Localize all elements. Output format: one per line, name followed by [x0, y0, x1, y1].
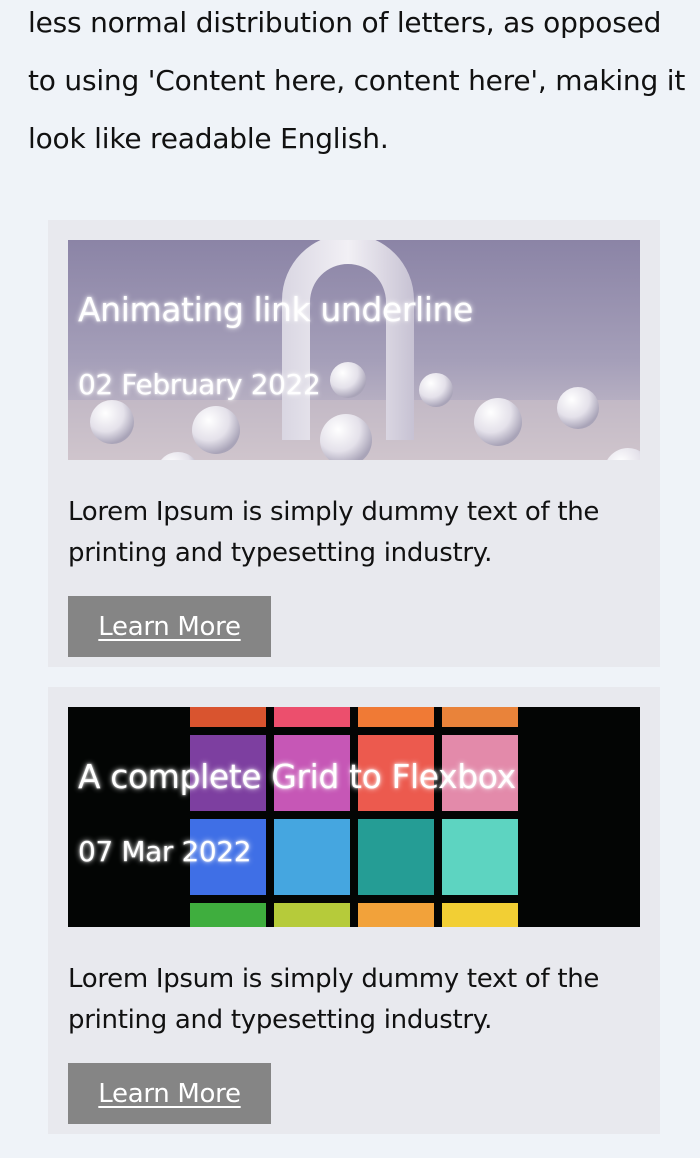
blog-card: A complete Grid to Flexbox 07 Mar 2022 L…	[48, 687, 660, 1134]
card-date: 02 February 2022	[78, 368, 321, 401]
arch-spheres-image	[68, 240, 640, 460]
card-thumbnail[interactable]: Animating link underline 02 February 202…	[68, 240, 640, 460]
intro-paragraph: less normal distribution of letters, as …	[28, 6, 686, 155]
card-description: Lorem Ipsum is simply dummy text of the …	[68, 964, 600, 1035]
learn-more-button[interactable]: Learn More	[68, 596, 271, 657]
blog-card: Animating link underline 02 February 202…	[48, 220, 660, 667]
eyeshadow-palette-image	[68, 707, 640, 927]
card-title: Animating link underline	[78, 290, 473, 329]
card-description: Lorem Ipsum is simply dummy text of the …	[68, 497, 600, 568]
card-date: 07 Mar 2022	[78, 835, 252, 868]
page: less normal distribution of letters, as …	[0, 0, 700, 1158]
card-thumbnail[interactable]: A complete Grid to Flexbox 07 Mar 2022	[68, 707, 640, 927]
card-title: A complete Grid to Flexbox	[78, 757, 516, 796]
learn-more-button[interactable]: Learn More	[68, 1063, 271, 1124]
